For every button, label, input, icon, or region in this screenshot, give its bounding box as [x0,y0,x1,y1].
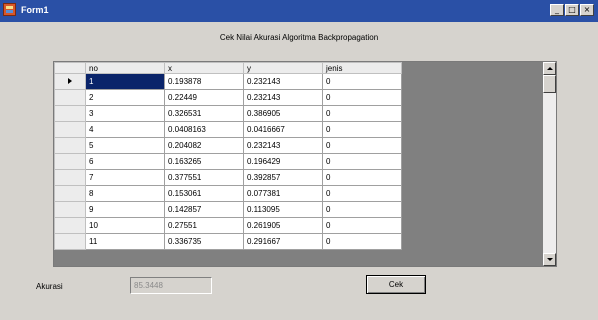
cell-jenis[interactable]: 0 [322,153,402,170]
cell-y[interactable]: 0.077381 [243,185,323,202]
cell-jenis[interactable]: 0 [322,169,402,186]
cell-no[interactable]: 6 [85,153,165,170]
scroll-down-button[interactable] [543,253,556,266]
cell-no[interactable]: 2 [85,89,165,106]
cell-no[interactable]: 7 [85,169,165,186]
cell-x[interactable]: 0.193878 [164,73,244,90]
table-row[interactable]: 4 0.0408163 0.0416667 0 [54,121,402,138]
table-row[interactable]: 6 0.163265 0.196429 0 [54,153,402,170]
cell-x[interactable]: 0.336735 [164,233,244,250]
cell-no[interactable]: 4 [85,121,165,138]
cell-no[interactable]: 11 [85,233,165,250]
accuracy-field[interactable] [130,277,212,294]
table-row[interactable]: 11 0.336735 0.291667 0 [54,233,402,250]
cell-no[interactable]: 1 [85,73,165,90]
cell-x[interactable]: 0.0408163 [164,121,244,138]
row-header[interactable] [54,105,86,122]
current-row-arrow-icon [68,78,72,85]
column-header-no[interactable]: no [85,62,165,74]
cell-x[interactable]: 0.326531 [164,105,244,122]
page-heading: Cek Nilai Akurasi Algoritma Backpropagat… [219,33,379,42]
corner-header[interactable] [54,62,86,74]
cell-x[interactable]: 0.163265 [164,153,244,170]
grid-header-row: no x y jenis [54,62,402,74]
table-row[interactable]: 3 0.326531 0.386905 0 [54,105,402,122]
scroll-up-button[interactable] [543,62,556,75]
cell-jenis[interactable]: 0 [322,137,402,154]
table-row[interactable]: 5 0.204082 0.232143 0 [54,137,402,154]
column-header-jenis[interactable]: jenis [322,62,402,74]
row-header[interactable] [54,217,86,234]
table-row[interactable]: 2 0.22449 0.232143 0 [54,89,402,106]
cell-no[interactable]: 5 [85,137,165,154]
cell-no[interactable]: 3 [85,105,165,122]
cell-y[interactable]: 0.196429 [243,153,323,170]
cell-x[interactable]: 0.204082 [164,137,244,154]
cell-y[interactable]: 0.392857 [243,169,323,186]
cell-y[interactable]: 0.386905 [243,105,323,122]
row-header[interactable] [54,121,86,138]
row-header[interactable] [54,153,86,170]
column-header-x[interactable]: x [164,62,244,74]
table-row[interactable]: 8 0.153061 0.077381 0 [54,185,402,202]
cell-x[interactable]: 0.153061 [164,185,244,202]
grid-table: no x y jenis 1 0.193878 0.232143 0 2 0.22449 0… [54,62,402,250]
cell-y[interactable]: 0.232143 [243,89,323,106]
row-header[interactable] [54,233,86,250]
row-header[interactable] [54,201,86,218]
window-controls: _ □ × [549,4,594,16]
cell-no[interactable]: 10 [85,217,165,234]
row-header[interactable] [54,73,86,90]
cell-x[interactable]: 0.22449 [164,89,244,106]
vertical-scrollbar[interactable] [543,62,556,266]
row-header[interactable] [54,185,86,202]
cell-x[interactable]: 0.377551 [164,169,244,186]
cell-jenis[interactable]: 0 [322,121,402,138]
cell-jenis[interactable]: 0 [322,185,402,202]
maximize-button[interactable]: □ [565,4,579,16]
window-title: Form1 [21,5,49,15]
row-header[interactable] [54,137,86,154]
cell-jenis[interactable]: 0 [322,201,402,218]
cell-jenis[interactable]: 0 [322,105,402,122]
cek-button[interactable]: Cek [366,275,426,294]
scroll-thumb[interactable] [543,75,556,93]
table-row[interactable]: 9 0.142857 0.113095 0 [54,201,402,218]
accuracy-label: Akurasi [36,282,63,291]
cell-y[interactable]: 0.113095 [243,201,323,218]
cell-y[interactable]: 0.232143 [243,137,323,154]
close-button[interactable]: × [580,4,594,16]
cell-x[interactable]: 0.27551 [164,217,244,234]
cell-no[interactable]: 8 [85,185,165,202]
row-header[interactable] [54,169,86,186]
cell-y[interactable]: 0.261905 [243,217,323,234]
cell-y[interactable]: 0.232143 [243,73,323,90]
title-bar[interactable]: Form1 _ □ × [0,0,598,22]
cell-y[interactable]: 0.0416667 [243,121,323,138]
cell-no[interactable]: 9 [85,201,165,218]
cell-x[interactable]: 0.142857 [164,201,244,218]
minimize-button[interactable]: _ [550,4,564,16]
cell-jenis[interactable]: 0 [322,217,402,234]
row-header[interactable] [54,89,86,106]
table-row[interactable]: 10 0.27551 0.261905 0 [54,217,402,234]
column-header-y[interactable]: y [243,62,323,74]
data-grid[interactable]: no x y jenis 1 0.193878 0.232143 0 2 0.22449 0… [53,61,557,267]
form-icon[interactable] [3,3,16,16]
cell-y[interactable]: 0.291667 [243,233,323,250]
cell-jenis[interactable]: 0 [322,73,402,90]
cell-jenis[interactable]: 0 [322,233,402,250]
table-row[interactable]: 1 0.193878 0.232143 0 [54,73,402,90]
cell-jenis[interactable]: 0 [322,89,402,106]
table-row[interactable]: 7 0.377551 0.392857 0 [54,169,402,186]
